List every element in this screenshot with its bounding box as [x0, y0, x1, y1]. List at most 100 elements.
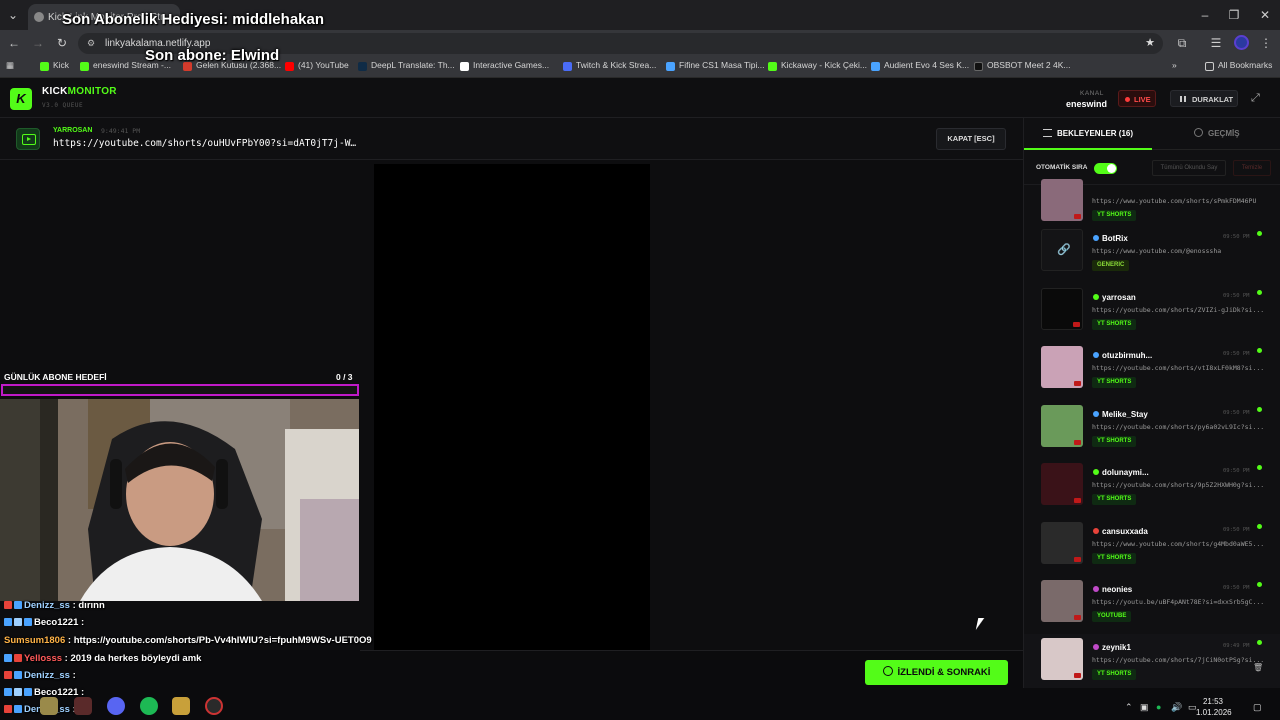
tab-pending[interactable]: BEKLEYENLER (16) — [1024, 118, 1152, 150]
file-explorer-icon[interactable] — [40, 697, 58, 715]
queue-list[interactable]: https://www.youtube.com/shorts/sPmkFDM46… — [1024, 179, 1280, 688]
tab-history[interactable]: GEÇMİŞ — [1152, 118, 1280, 150]
webcam-feed — [0, 399, 359, 601]
tray-app-icon[interactable]: ▣ — [1140, 702, 1149, 713]
queue-url: https://youtube.com/shorts/9p5Z2HXWH0g?s… — [1092, 481, 1265, 489]
queue-tag: YT SHORTS — [1092, 494, 1137, 505]
queue-user: cansuxxada — [1093, 527, 1148, 536]
tray-expand-icon[interactable]: ⌃ — [1125, 702, 1133, 713]
close-window-icon[interactable]: ✕ — [1256, 6, 1274, 24]
queue-user: yarrosan — [1093, 293, 1136, 302]
youtube-icon — [16, 128, 40, 150]
queue-url: https://www.youtube.com/shorts/g4Mbd0aWE… — [1092, 540, 1265, 548]
site-info-icon[interactable]: ⚙ — [87, 38, 95, 49]
queue-item[interactable]: otuzbirmuh... 09:50 PM https://youtube.c… — [1024, 342, 1280, 400]
back-icon[interactable]: ← — [6, 35, 22, 51]
auto-queue-toggle[interactable] — [1094, 163, 1117, 174]
pause-button[interactable]: DURAKLAT — [1170, 90, 1238, 107]
star-icon[interactable]: ★ — [1145, 36, 1155, 49]
queue-item[interactable]: Melike_Stay 09:50 PM https://youtube.com… — [1024, 401, 1280, 459]
live-badge: LIVE — [1118, 90, 1156, 107]
mark-all-read-button[interactable]: Tümünü Okundu Say — [1152, 160, 1226, 176]
queue-panel: BEKLEYENLER (16) GEÇMİŞ OTOMATİK SIRA Tü… — [1023, 118, 1280, 688]
maximize-icon[interactable]: ❐ — [1225, 6, 1243, 24]
sub-goal-count: 0 / 3 — [336, 372, 353, 382]
chat-message: Beco1221 : — [4, 617, 84, 628]
queue-item[interactable]: cansuxxada 09:50 PM https://www.youtube.… — [1024, 518, 1280, 576]
reading-list-icon[interactable]: ☰ — [1208, 35, 1224, 51]
chat-message: Denizz_ss : — [4, 670, 76, 681]
queue-user: zeynik1 — [1093, 643, 1131, 652]
channel-name: eneswind — [1066, 99, 1108, 109]
spotify-icon[interactable] — [140, 697, 158, 715]
queue-user: otuzbirmuh... — [1093, 351, 1152, 360]
queue-url: https://youtube.com/shorts/ZVIZi-gJiDk?s… — [1092, 306, 1265, 314]
tab-search-icon[interactable]: ⌄ — [4, 6, 22, 24]
clear-button[interactable]: Temizle — [1233, 160, 1271, 176]
queue-item[interactable]: 🔗 BotRix 09:50 PM https://www.youtube.co… — [1024, 225, 1280, 283]
queue-thumbnail — [1041, 522, 1083, 564]
volume-icon[interactable]: 🔊 — [1171, 702, 1182, 713]
bookmark-item[interactable]: (41) YouTube — [285, 60, 349, 74]
bookmark-item[interactable]: Interactive Games... — [460, 60, 549, 74]
close-player-button[interactable]: KAPAT [ESC] — [936, 128, 1006, 150]
bookmark-item[interactable]: Audient Evo 4 Ses K... — [871, 60, 969, 74]
watched-next-button[interactable]: İZLENDİ & SONRAKİ — [865, 660, 1008, 685]
minimize-icon[interactable]: – — [1196, 6, 1214, 24]
reload-icon[interactable]: ↻ — [54, 35, 70, 51]
bookmark-item[interactable]: DeepL Translate: Th... — [358, 60, 455, 74]
queue-user: BotRix — [1093, 234, 1128, 243]
all-bookmarks-folder[interactable]: All Bookmarks — [1205, 60, 1272, 74]
queue-time: 09:50 PM — [1223, 527, 1250, 533]
game-launcher-icon[interactable] — [172, 697, 190, 715]
youtube-mini-icon — [1074, 381, 1081, 386]
queue-user: neonies — [1093, 585, 1132, 594]
bookmark-item[interactable]: OBSBOT Meet 2 4K... — [974, 60, 1070, 74]
tab-favicon-icon — [34, 12, 44, 22]
queue-thumbnail: 🔗 — [1041, 229, 1083, 271]
queue-thumbnail — [1041, 638, 1083, 680]
bookmark-item[interactable]: Twitch & Kick Strea... — [563, 60, 656, 74]
queue-tag: YT SHORTS — [1092, 669, 1137, 680]
queue-item[interactable]: zeynik1 09:49 PM https://youtube.com/sho… — [1024, 634, 1280, 688]
tray-spotify-icon[interactable]: ● — [1156, 702, 1161, 712]
queue-time: 09:50 PM — [1223, 585, 1250, 591]
notification-icon[interactable]: ▢ — [1253, 702, 1262, 713]
forward-icon[interactable]: → — [30, 35, 46, 51]
trash-icon[interactable]: 🗑 — [1253, 663, 1263, 672]
queue-thumbnail — [1041, 463, 1083, 505]
taskbar — [0, 693, 1280, 720]
queue-item[interactable]: neonies 09:50 PM https://youtu.be/uBF4pA… — [1024, 576, 1280, 634]
chat-message: Sumsum1806 : https://youtube.com/shorts/… — [4, 635, 372, 646]
channel-label: KANAL — [1080, 90, 1104, 97]
youtube-mini-icon — [1074, 615, 1081, 620]
queue-thumbnail — [1041, 346, 1083, 388]
bookmark-item[interactable]: Kickaway - Kick Çeki... — [768, 60, 867, 74]
queue-tag: YT SHORTS — [1092, 436, 1137, 447]
now-playing-url[interactable]: https://youtube.com/shorts/ouHUvFPbY00?s… — [53, 138, 356, 149]
link-icon: 🔗 — [1057, 244, 1071, 256]
video-player[interactable] — [374, 164, 650, 650]
now-playing-user: YARROSAN — [53, 127, 93, 134]
apps-icon[interactable]: ▦ — [6, 60, 20, 74]
sub-goal-progress-bar — [1, 384, 359, 396]
online-status-icon — [1257, 465, 1262, 470]
extensions-icon[interactable]: ⧉ — [1174, 35, 1190, 51]
menu-icon[interactable]: ⋮ — [1258, 35, 1274, 51]
pip-icon[interactable]: ⤢ — [1251, 92, 1265, 106]
queue-tag: YT SHORTS — [1092, 553, 1137, 564]
online-status-icon — [1257, 582, 1262, 587]
bookmark-item[interactable]: Fifine CS1 Masa Tipi... — [666, 60, 765, 74]
queue-time: 09:50 PM — [1223, 410, 1250, 416]
more-bookmarks-icon[interactable]: » — [1172, 60, 1177, 74]
profile-avatar[interactable] — [1234, 35, 1249, 50]
discord-icon[interactable] — [107, 697, 125, 715]
app-icon[interactable] — [74, 697, 92, 715]
queue-time: 09:50 PM — [1223, 468, 1250, 474]
bookmark-item[interactable]: Kick — [40, 60, 69, 74]
taskbar-clock[interactable]: 21:53 1.01.2026 — [1196, 696, 1232, 718]
obs-icon[interactable] — [205, 697, 223, 715]
queue-item[interactable]: dolunaymi... 09:50 PM https://youtube.co… — [1024, 459, 1280, 517]
queue-item[interactable]: yarrosan 09:50 PM https://youtube.com/sh… — [1024, 284, 1280, 342]
clock-time: 21:53 — [1202, 697, 1224, 706]
